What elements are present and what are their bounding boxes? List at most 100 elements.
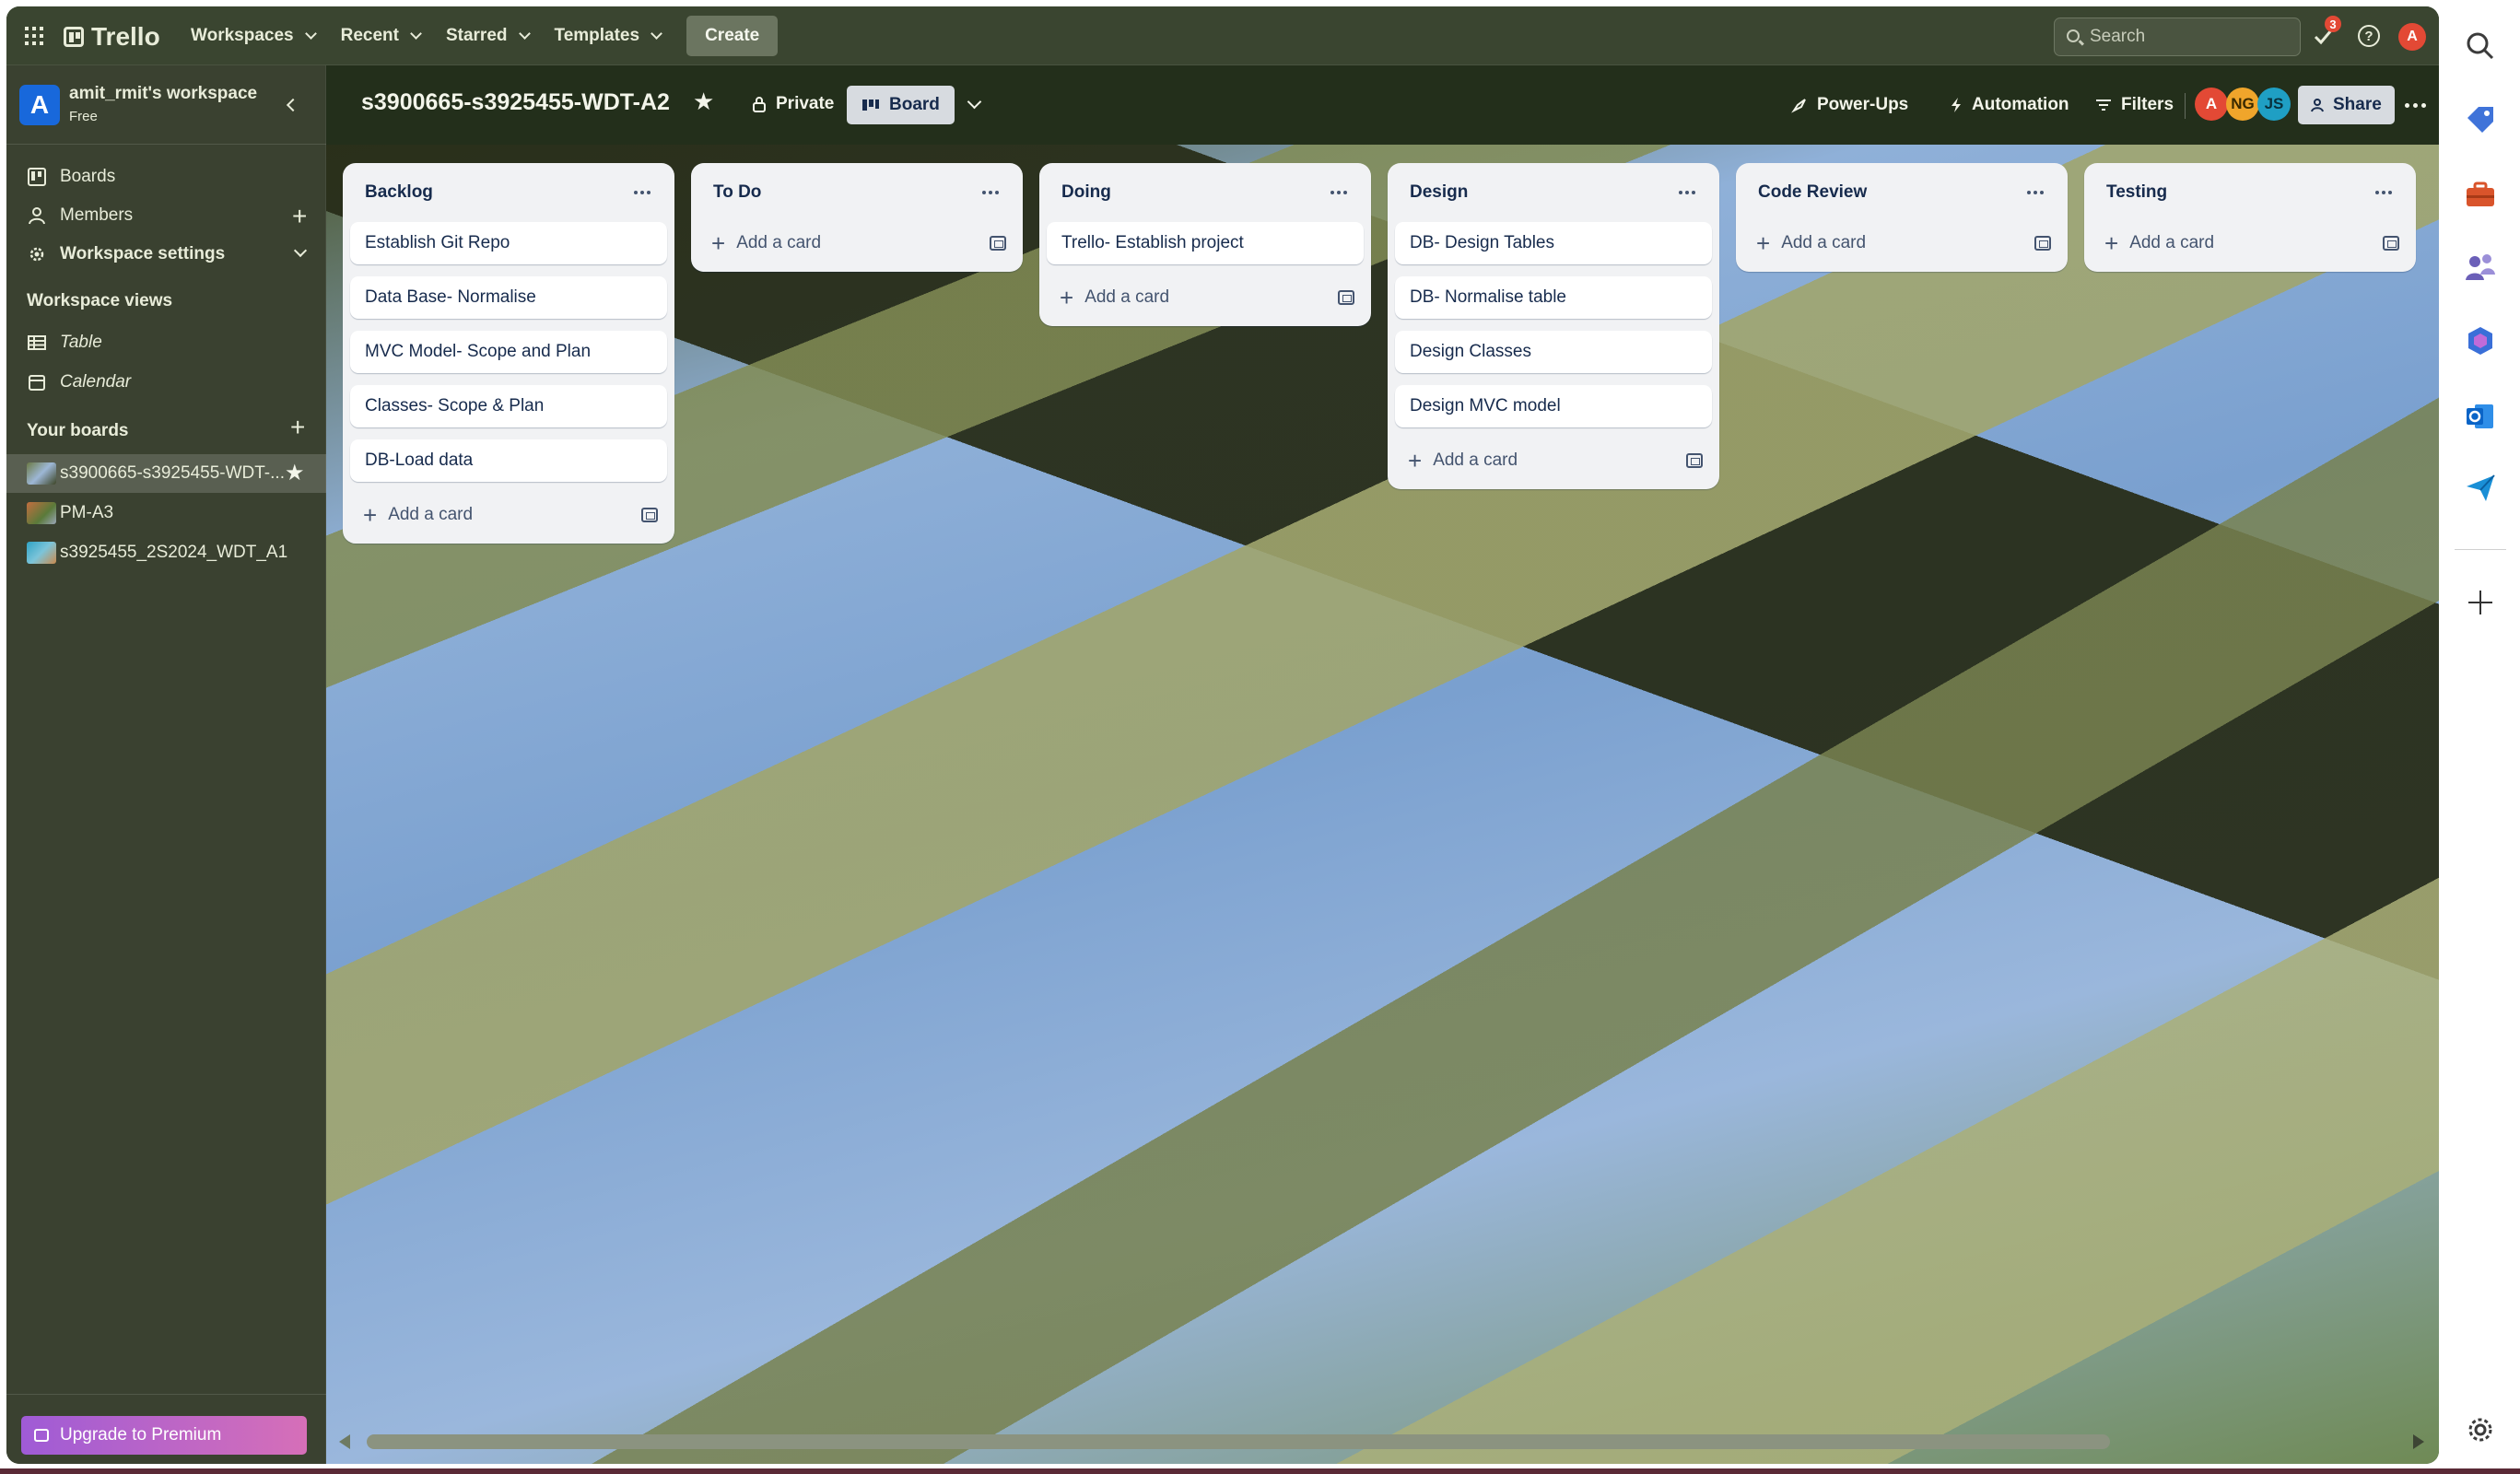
upgrade-to-premium-button[interactable]: Upgrade to Premium (21, 1416, 307, 1455)
add-card-button[interactable]: + Add a card (1743, 222, 2060, 264)
list-title[interactable]: Testing (2106, 182, 2167, 203)
view-label: Calendar (60, 372, 132, 392)
scrollbar-thumb[interactable] (367, 1434, 2110, 1449)
board-item-label: s3900665-s3925455-WDT-... (60, 463, 285, 483)
scroll-left-icon[interactable] (339, 1434, 350, 1449)
add-card-button[interactable]: + Add a card (1047, 276, 1364, 319)
add-card-label: Add a card (736, 233, 822, 252)
board-menu-button[interactable] (2401, 91, 2429, 119)
filter-icon (2096, 99, 2111, 111)
horizontal-scrollbar[interactable] (326, 1429, 2439, 1455)
star-icon[interactable]: ★ (285, 460, 305, 486)
workspace-name[interactable]: amit_rmit's workspace (69, 84, 257, 104)
sidebar-item-workspace-settings[interactable]: Workspace settings (6, 235, 326, 274)
card[interactable]: DB- Normalise table (1395, 276, 1712, 319)
filters-button[interactable]: Filters (2086, 86, 2183, 124)
card-template-icon[interactable] (2383, 236, 2399, 251)
list-title[interactable]: To Do (713, 182, 761, 203)
add-card-button[interactable]: + Add a card (2092, 222, 2409, 264)
board-item-current[interactable]: s3900665-s3925455-WDT-... ★ (6, 454, 326, 493)
notifications-button[interactable]: 3 (2310, 16, 2341, 49)
starred-menu[interactable]: Starred (433, 16, 542, 56)
account-avatar[interactable]: A (2398, 23, 2426, 51)
search-icon[interactable] (2464, 29, 2497, 63)
copilot-icon[interactable] (2464, 324, 2497, 357)
list-menu-icon[interactable] (627, 177, 658, 208)
visibility-button[interactable]: Private (743, 84, 843, 124)
search-input[interactable]: Search (2054, 18, 2301, 56)
list-header[interactable]: To Do (698, 163, 1015, 222)
board-item-pm-a3[interactable]: PM-A3 (6, 494, 326, 532)
view-item-calendar[interactable]: Calendar (6, 363, 326, 402)
list-title[interactable]: Code Review (1758, 182, 1867, 203)
create-button[interactable]: Create (686, 16, 779, 56)
star-board-icon[interactable]: ★ (693, 88, 714, 116)
automation-button[interactable]: Automation (1940, 86, 2079, 124)
people-icon[interactable] (2464, 251, 2497, 284)
member-avatar[interactable]: JS (2257, 88, 2291, 121)
recent-menu[interactable]: Recent (328, 16, 433, 56)
card-template-icon[interactable] (641, 508, 658, 522)
card[interactable]: Trello- Establish project (1047, 222, 1364, 264)
card[interactable]: MVC Model- Scope and Plan (350, 331, 667, 373)
add-member-icon[interactable]: + (292, 202, 307, 231)
view-item-table[interactable]: Table (6, 323, 326, 362)
member-avatar[interactable]: NG (2226, 88, 2259, 121)
view-switcher-chevron-icon[interactable] (967, 94, 982, 110)
list-header[interactable]: Code Review (1743, 163, 2060, 222)
card[interactable]: DB-Load data (350, 439, 667, 482)
trello-logo[interactable]: Trello (64, 22, 160, 52)
briefcase-icon[interactable] (2464, 179, 2497, 212)
sidebar-item-boards[interactable]: Boards (6, 158, 326, 196)
send-icon[interactable] (2464, 472, 2497, 505)
bottom-edge (0, 1468, 2520, 1474)
power-ups-button[interactable]: Power-Ups (1782, 86, 1917, 124)
app-switcher-icon[interactable] (25, 27, 43, 45)
card-template-icon[interactable] (1686, 453, 1703, 468)
board-title[interactable]: s3900665-s3925455-WDT-A2 (361, 89, 670, 116)
sidebar-item-members[interactable]: Members + (6, 196, 326, 235)
list-menu-icon[interactable] (2368, 177, 2399, 208)
board-view-button[interactable]: Board (847, 86, 955, 124)
card-template-icon[interactable] (990, 236, 1006, 251)
templates-menu[interactable]: Templates (542, 16, 674, 56)
add-card-content: + Add a card (1060, 286, 1169, 310)
edge-sidebar (2442, 0, 2520, 1474)
list-menu-icon[interactable] (1323, 177, 1354, 208)
card[interactable]: Classes- Scope & Plan (350, 385, 667, 427)
collapse-sidebar-button[interactable] (279, 93, 303, 117)
add-board-icon[interactable]: + (290, 413, 305, 442)
member-avatar[interactable]: A (2195, 88, 2228, 121)
list-title[interactable]: Design (1410, 182, 1468, 203)
share-button[interactable]: Share (2298, 86, 2395, 124)
card[interactable]: Design Classes (1395, 331, 1712, 373)
outlook-icon[interactable] (2464, 400, 2497, 433)
workspaces-menu[interactable]: Workspaces (178, 16, 328, 56)
list-menu-icon[interactable] (2020, 177, 2051, 208)
list-header[interactable]: Testing (2092, 163, 2409, 222)
add-card-button[interactable]: + Add a card (698, 222, 1015, 264)
add-app-button[interactable] (2466, 588, 2495, 617)
list-header[interactable]: Design (1395, 163, 1712, 222)
card-template-icon[interactable] (2034, 236, 2051, 251)
list-header[interactable]: Doing (1047, 163, 1364, 222)
list-title[interactable]: Backlog (365, 182, 433, 203)
list-header[interactable]: Backlog (350, 163, 667, 222)
list-title[interactable]: Doing (1061, 182, 1111, 203)
add-card-button[interactable]: + Add a card (1395, 439, 1712, 482)
list-menu-icon[interactable] (1671, 177, 1703, 208)
card[interactable]: Design MVC model (1395, 385, 1712, 427)
card[interactable]: DB- Design Tables (1395, 222, 1712, 264)
workspace-avatar[interactable]: A (19, 85, 60, 125)
tag-icon[interactable] (2464, 103, 2497, 136)
card-template-icon[interactable] (1338, 290, 1354, 305)
add-card-button[interactable]: + Add a card (350, 494, 667, 536)
card[interactable]: Establish Git Repo (350, 222, 667, 264)
help-icon[interactable]: ? (2358, 25, 2380, 47)
board-item-a1[interactable]: s3925455_2S2024_WDT_A1 (6, 533, 326, 572)
scroll-right-icon[interactable] (2413, 1434, 2424, 1449)
chevron-down-icon[interactable] (293, 243, 308, 258)
settings-gear-icon[interactable] (2464, 1413, 2497, 1446)
list-menu-icon[interactable] (975, 177, 1006, 208)
card[interactable]: Data Base- Normalise (350, 276, 667, 319)
